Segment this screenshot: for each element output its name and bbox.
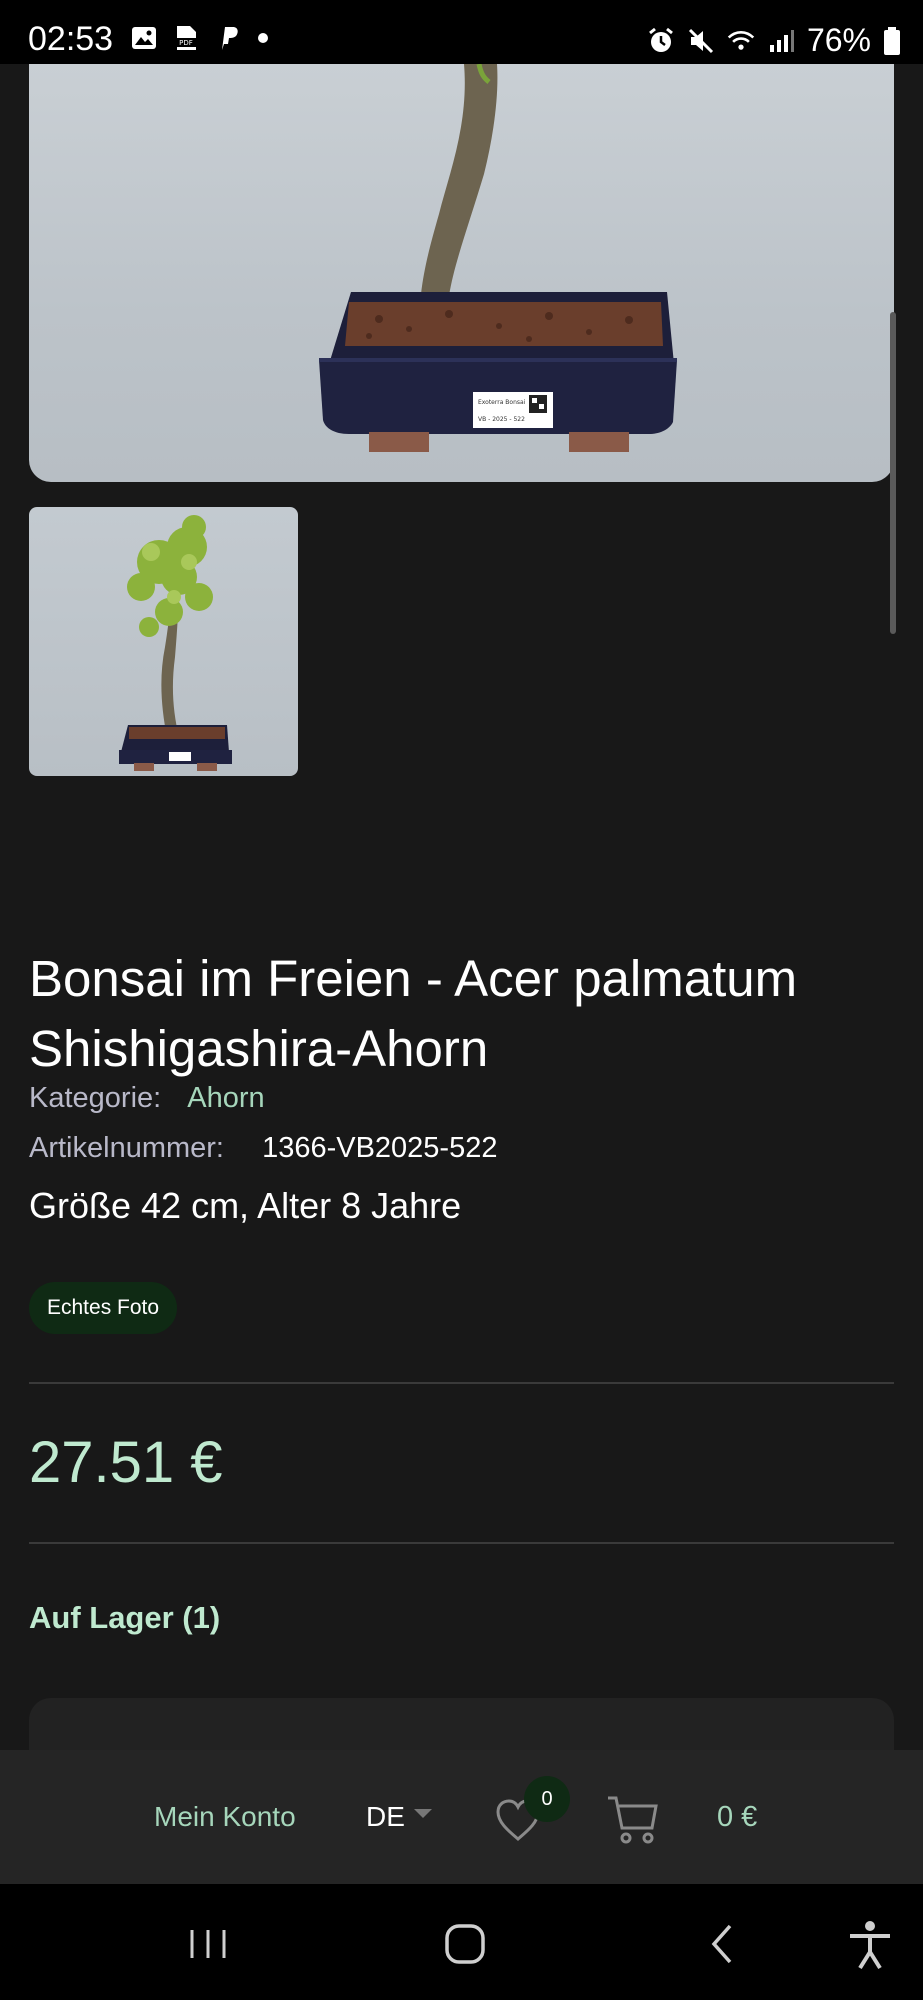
language-selector[interactable]: DE (366, 1797, 405, 1837)
divider-top (29, 1382, 894, 1384)
sku-row: Artikelnummer: 1366-VB2025-522 (29, 1128, 497, 1168)
svg-text:PDF: PDF (179, 39, 193, 47)
signal-icon (769, 29, 794, 52)
status-bar: 02:53 PDF 76% (0, 0, 923, 64)
product-title: Bonsai im Freien - Acer palmatum Shishig… (29, 950, 798, 1078)
size-age-text: Größe 42 cm, Alter 8 Jahre (29, 1185, 462, 1226)
pot-label-text-2: VB - 2025 - 522 (478, 416, 525, 423)
sku-value: 1366-VB2025-522 (262, 1132, 498, 1164)
pdf-icon: PDF (175, 26, 197, 50)
wifi-icon (727, 30, 755, 50)
dot-icon (258, 33, 268, 43)
scrollbar[interactable] (890, 312, 896, 634)
shop-bottom-bar: Mein Konto DE 0 0 € (0, 1750, 923, 1884)
alarm-icon (649, 27, 673, 52)
sku-label: Artikelnummer: (29, 1132, 224, 1164)
recent-apps-icon[interactable] (178, 1914, 238, 1974)
back-icon[interactable] (694, 1914, 754, 1974)
battery-percent: 76% (806, 22, 871, 58)
category-label: Kategorie: (29, 1082, 162, 1114)
pot-label-text-1: Exoterra Bonsai (478, 399, 526, 406)
paypal-icon (222, 27, 238, 50)
divider-bottom (29, 1542, 894, 1544)
category-row: Kategorie: Ahorn (29, 1078, 265, 1118)
system-nav-bar (0, 1884, 923, 2000)
product-price: 27.51 € (29, 1430, 223, 1495)
home-icon[interactable] (435, 1914, 495, 1974)
product-thumbnail[interactable] (29, 507, 298, 776)
real-photo-badge: Echtes Foto (29, 1282, 178, 1334)
stock-status: Auf Lager (1) (29, 1600, 221, 1635)
account-link[interactable]: Mein Konto (154, 1797, 296, 1837)
image-icon (132, 27, 156, 49)
wishlist-count-badge: 0 (524, 1776, 570, 1822)
battery-icon (884, 26, 900, 55)
category-link[interactable]: Ahorn (187, 1082, 264, 1114)
accessibility-icon[interactable] (840, 1914, 900, 1974)
mute-icon (688, 28, 714, 53)
status-time: 02:53 (28, 20, 114, 58)
cart-total[interactable]: 0 € (717, 1797, 757, 1837)
chevron-down-icon[interactable] (414, 1809, 432, 1818)
cart-icon[interactable] (604, 1790, 662, 1848)
product-main-image[interactable]: Exoterra Bonsai VB - 2025 - 522 (29, 64, 894, 482)
